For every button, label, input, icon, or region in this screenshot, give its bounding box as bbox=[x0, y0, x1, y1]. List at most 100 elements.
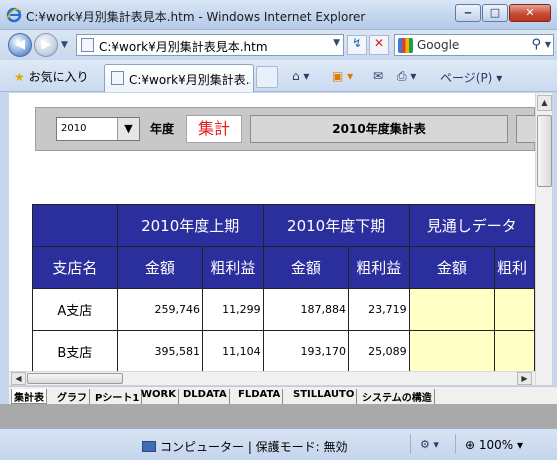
minimize-button[interactable]: ‒ bbox=[455, 4, 481, 22]
forecast-cell[interactable] bbox=[494, 330, 535, 371]
table-cell[interactable]: 259,746 bbox=[116, 288, 204, 331]
scroll-up-icon[interactable]: ▲ bbox=[537, 95, 552, 111]
table-cell[interactable]: 11,104 bbox=[202, 330, 264, 371]
table-cell[interactable]: 11,299 bbox=[202, 288, 264, 331]
column-header: 金額 bbox=[408, 246, 496, 289]
back-button[interactable]: ◀ bbox=[8, 33, 32, 57]
scroll-right-icon[interactable]: ▶ bbox=[517, 372, 532, 385]
forecast-cell[interactable] bbox=[408, 288, 496, 331]
horizontal-scrollbar[interactable]: ◀ ▶ bbox=[9, 371, 535, 385]
corner-cell bbox=[32, 204, 118, 247]
sheet-tab[interactable]: システムの構造 bbox=[360, 389, 435, 404]
home-icon[interactable]: ⌂ ▾ bbox=[292, 69, 309, 83]
address-dropdown-icon[interactable]: ▼ bbox=[333, 38, 340, 48]
report-title-button[interactable]: 2010年度集計表 bbox=[250, 115, 508, 143]
status-bar: コンピューター | 保護モード: 無効 ⚙ ▾ ⊕ 100% ▾ bbox=[0, 428, 557, 460]
sheet-tab[interactable]: STILLAUTO bbox=[291, 389, 358, 404]
table-cell[interactable]: 187,884 bbox=[262, 288, 349, 331]
search-icon[interactable]: ⚲ bbox=[531, 37, 541, 52]
column-header: 金額 bbox=[116, 246, 204, 289]
browser-tab[interactable]: C:¥work¥月別集計表... bbox=[104, 64, 254, 92]
google-icon bbox=[398, 38, 413, 53]
sheet-tab[interactable]: Pシート1 bbox=[93, 389, 143, 404]
search-box[interactable]: Google ⚲ ▼ bbox=[394, 34, 554, 56]
refresh-icon[interactable]: ↯ bbox=[347, 35, 367, 55]
tally-table: 2010年度上期 2010年度下期 見通しデータ 支店名 金額 粗利益 金額 粗… bbox=[32, 204, 535, 371]
status-divider bbox=[455, 434, 456, 454]
page-menu[interactable]: ページ(P) ▾ bbox=[440, 69, 502, 86]
sheet-tab[interactable]: WORK bbox=[139, 389, 179, 404]
zoom-dropdown-icon[interactable]: ▾ bbox=[517, 438, 523, 452]
vertical-scrollbar[interactable]: ▲ bbox=[535, 93, 552, 385]
table-cell[interactable]: 193,170 bbox=[262, 330, 349, 371]
forecast-cell[interactable] bbox=[408, 330, 496, 371]
horizontal-scroll-thumb[interactable] bbox=[27, 373, 123, 384]
column-header: 粗利益 bbox=[347, 246, 410, 289]
forward-button[interactable]: ▶ bbox=[34, 33, 58, 57]
table-row: A支店 259,746 11,299 187,884 23,719 bbox=[32, 288, 535, 331]
favorites-button[interactable]: ★ お気に入り bbox=[14, 68, 89, 85]
table-subheader-row: 支店名 金額 粗利益 金額 粗利益 金額 粗利 bbox=[32, 246, 535, 289]
maximize-button[interactable]: □ bbox=[482, 4, 508, 22]
branch-name[interactable]: B支店 bbox=[32, 330, 118, 371]
table-cell[interactable]: 23,719 bbox=[347, 288, 410, 331]
window-title: C:¥work¥月別集計表見本.htm - Windows Internet E… bbox=[26, 10, 366, 24]
column-header: 金額 bbox=[262, 246, 349, 289]
command-row: ★ お気に入り C:¥work¥月別集計表... ⌂ ▾ ▣ ▾ ✉ ⎙ ▾ ペ… bbox=[0, 60, 557, 92]
group-header: 2010年度下期 bbox=[262, 204, 410, 247]
extra-button[interactable] bbox=[516, 115, 535, 143]
zoom-icon: ⊕ bbox=[465, 438, 476, 452]
print-icon[interactable]: ⎙ ▾ bbox=[397, 69, 416, 84]
page-icon bbox=[81, 38, 94, 52]
zone-text: コンピューター | 保護モード: 無効 bbox=[160, 440, 348, 454]
page-content: 2010 ▼ 年度 集計 2010年度集計表 2010年度上期 2010年度下期… bbox=[9, 93, 535, 371]
favorites-label: お気に入り bbox=[28, 70, 89, 84]
stop-icon[interactable]: ✕ bbox=[369, 35, 389, 55]
protected-mode-icon[interactable]: ⚙ ▾ bbox=[420, 438, 439, 451]
history-dropdown-icon[interactable]: ▼ bbox=[61, 40, 68, 50]
address-bar[interactable]: C:¥work¥月別集計表見本.htm ▼ bbox=[76, 34, 344, 56]
minimize-icon: ‒ bbox=[464, 6, 472, 19]
zoom-control[interactable]: ⊕ 100% ▾ bbox=[465, 438, 523, 452]
vertical-scroll-thumb[interactable] bbox=[537, 115, 552, 187]
search-input[interactable]: Google bbox=[417, 38, 459, 52]
address-url[interactable]: C:¥work¥月別集計表見本.htm bbox=[99, 38, 268, 55]
table-cell[interactable]: 25,089 bbox=[347, 330, 410, 371]
rss-icon[interactable]: ▣ ▾ bbox=[332, 69, 353, 83]
left-gutter bbox=[0, 93, 9, 385]
zoom-level: 100% bbox=[478, 438, 514, 452]
forecast-cell[interactable] bbox=[494, 288, 535, 331]
security-zone[interactable]: コンピューター | 保護モード: 無効 bbox=[142, 438, 348, 455]
ie-logo-icon bbox=[6, 7, 22, 23]
tally-button[interactable]: 集計 bbox=[186, 115, 242, 143]
sheet-tab[interactable]: FLDATA bbox=[236, 389, 284, 404]
status-divider bbox=[410, 434, 411, 454]
branch-name[interactable]: A支店 bbox=[32, 288, 118, 331]
column-header: 粗利益 bbox=[202, 246, 264, 289]
mail-icon[interactable]: ✉ bbox=[373, 69, 383, 83]
favorites-star-icon: ★ bbox=[14, 70, 25, 84]
page-menu-label: ページ(P) bbox=[440, 71, 493, 85]
sheet-tabs: 集計表 グラフ Pシート1 WORK DLDATA FLDATA STILLAU… bbox=[9, 386, 557, 404]
control-bar: 2010 ▼ 年度 集計 2010年度集計表 bbox=[35, 107, 535, 151]
sheet-tab[interactable]: DLDATA bbox=[181, 389, 230, 404]
chevron-down-icon[interactable]: ▼ bbox=[117, 118, 139, 140]
maximize-icon: □ bbox=[489, 6, 501, 19]
table-header-row: 2010年度上期 2010年度下期 見通しデータ bbox=[32, 204, 535, 247]
new-tab-button[interactable] bbox=[256, 66, 278, 88]
year-value: 2010 bbox=[61, 123, 87, 134]
status-spacer bbox=[0, 404, 557, 428]
table-cell[interactable]: 395,581 bbox=[116, 330, 204, 371]
sheet-tab[interactable]: 集計表 bbox=[11, 389, 47, 404]
group-header: 見通しデータ bbox=[408, 204, 535, 247]
scroll-left-icon[interactable]: ◀ bbox=[11, 372, 26, 385]
column-header: 支店名 bbox=[32, 246, 118, 289]
address-row: ◀ ▶ ▼ C:¥work¥月別集計表見本.htm ▼ ↯ ✕ Google ⚲… bbox=[0, 30, 557, 60]
tab-page-icon bbox=[111, 71, 124, 85]
search-dropdown-icon[interactable]: ▼ bbox=[545, 40, 551, 49]
year-select[interactable]: 2010 ▼ bbox=[56, 117, 140, 141]
forward-icon: ▶ bbox=[41, 37, 51, 52]
table-row: B支店 395,581 11,104 193,170 25,089 bbox=[32, 330, 535, 371]
sheet-tab[interactable]: グラフ bbox=[55, 389, 90, 404]
close-button[interactable]: ✕ bbox=[509, 4, 551, 22]
